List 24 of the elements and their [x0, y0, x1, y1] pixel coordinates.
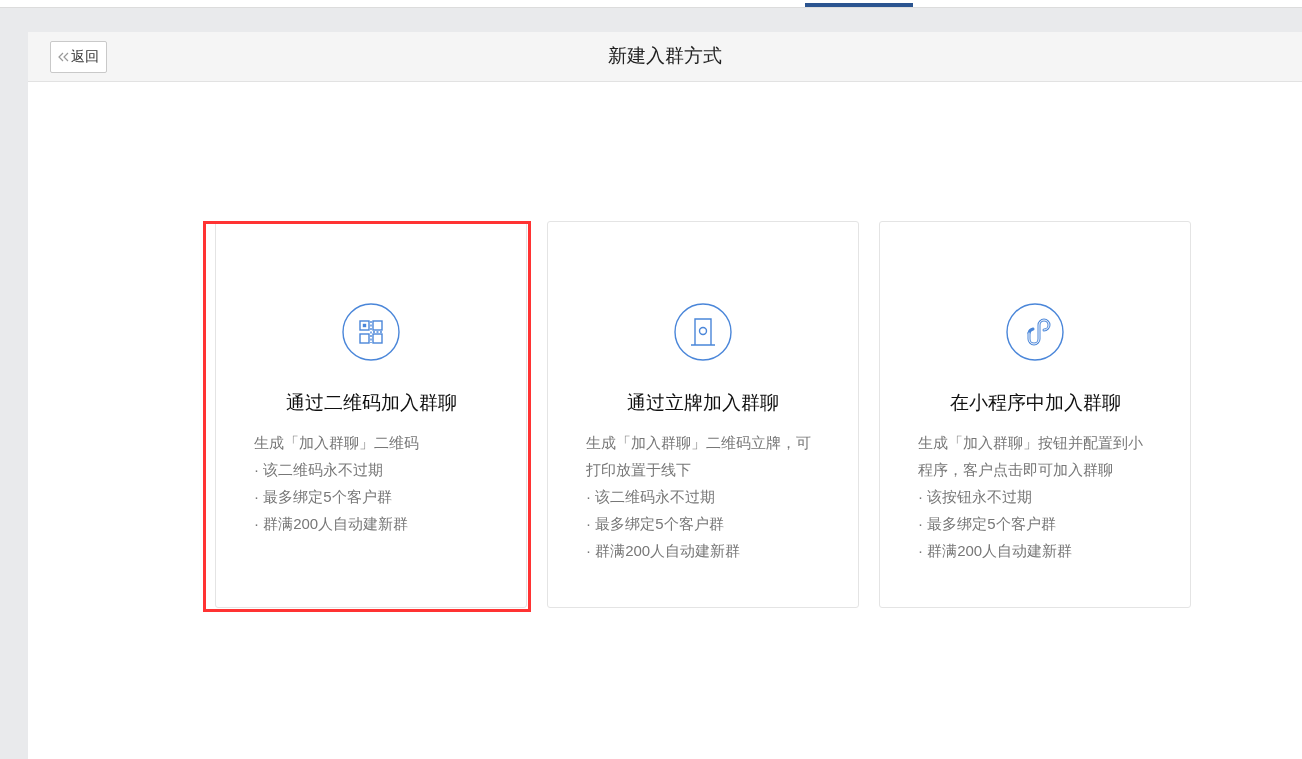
card-title: 在小程序中加入群聊	[949, 391, 1121, 415]
double-chevron-left-icon	[58, 51, 69, 62]
card-description: 生成「加入群聊」按钮并配置到小程序，客户点击即可加入群聊	[918, 432, 1144, 480]
feature-item: · 群满200人自动建新群	[918, 540, 1074, 561]
card-description: 生成「加入群聊」二维码	[254, 432, 420, 453]
feature-item: · 该二维码永不过期	[254, 459, 385, 480]
option-card[interactable]: 在小程序中加入群聊 生成「加入群聊」按钮并配置到小程序，客户点击即可加入群聊 · 该按钮永不过期 · 最多绑定5个客户群 · 群满200人自动建新群	[879, 221, 1191, 608]
card-title: 通过二维码加入群聊	[285, 391, 457, 415]
back-button[interactable]: 返回	[50, 40, 107, 73]
page-title: 新建入群方式	[608, 45, 722, 67]
feature-item: · 该按钮永不过期	[918, 486, 1034, 507]
option-card[interactable]: 通过二维码加入群聊 生成「加入群聊」二维码 · 该二维码永不过期 · 最多绑定5个客户群 · 群满200人自动建新群	[215, 221, 527, 608]
link-loop-icon	[1006, 303, 1064, 361]
door-icon	[674, 303, 732, 361]
feature-item: · 最多绑定5个客户群	[918, 513, 1057, 534]
qr-code-icon	[342, 303, 400, 361]
feature-item: · 最多绑定5个客户群	[586, 513, 725, 534]
feature-item: · 最多绑定5个客户群	[254, 486, 393, 507]
feature-item: · 群满200人自动建新群	[254, 513, 410, 534]
feature-item: · 该二维码永不过期	[586, 486, 717, 507]
card-title: 通过立牌加入群聊	[627, 391, 779, 415]
card-description: 生成「加入群聊」二维码立牌，可打印放置于线下	[586, 432, 812, 480]
feature-item: · 群满200人自动建新群	[586, 540, 742, 561]
option-card[interactable]: 通过立牌加入群聊 生成「加入群聊」二维码立牌，可打印放置于线下 · 该二维码永不过期 · 最多绑定5个客户群 · 群满200人自动建新群	[547, 221, 859, 608]
